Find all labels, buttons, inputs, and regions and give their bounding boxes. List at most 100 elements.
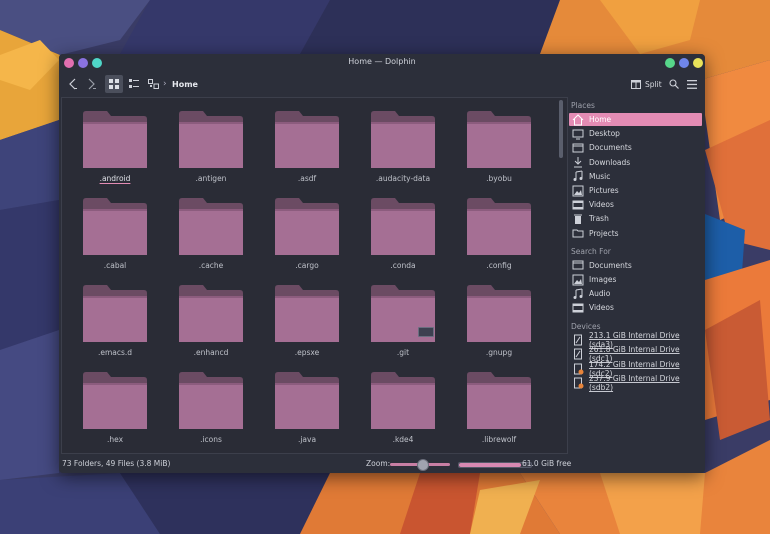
folder-name: .byobu <box>486 174 512 183</box>
folder-item[interactable]: .gnupg <box>454 274 544 360</box>
compact-view-button[interactable] <box>125 75 143 93</box>
folder-item[interactable]: .antigen <box>166 100 256 186</box>
zoom-label: Zoom: <box>366 459 391 468</box>
folder-name: .cache <box>198 261 224 270</box>
places-item-documents[interactable]: Documents <box>569 141 702 154</box>
drive-icon <box>572 348 584 360</box>
folder-item[interactable]: .epsxe <box>262 274 352 360</box>
file-view[interactable]: .android .antigen .asdf .audacity-data .byob… <box>61 97 568 454</box>
places-item-videos[interactable]: Videos <box>569 198 702 211</box>
folder-name: .antigen <box>195 174 227 183</box>
icons-view-icon <box>109 79 119 89</box>
forward-button[interactable] <box>83 75 99 93</box>
places-item-music[interactable]: Music <box>569 170 702 183</box>
drive-warning-icon <box>572 363 584 375</box>
item-label: Audio <box>589 289 611 299</box>
folder-name: .android <box>99 174 131 183</box>
music-icon <box>572 288 584 300</box>
free-space-label: 61.0 GiB free <box>522 459 572 468</box>
folder-item[interactable]: .cache <box>166 187 256 273</box>
folder-icon <box>467 285 531 342</box>
places-item-desktop[interactable]: Desktop <box>569 127 702 140</box>
split-button[interactable]: Split <box>631 75 663 93</box>
window-title: Home — Dolphin <box>348 57 416 66</box>
item-label: Pictures <box>589 186 619 195</box>
vcs-badge-icon <box>418 327 434 337</box>
folder-item[interactable]: .cargo <box>262 187 352 273</box>
places-item-trash[interactable]: Trash <box>569 212 702 225</box>
compact-view-icon <box>129 79 139 88</box>
item-label: Images <box>589 275 617 284</box>
folder-icon <box>371 372 435 429</box>
split-label: Split <box>645 79 662 89</box>
back-button[interactable] <box>65 75 81 93</box>
folder-item[interactable]: .git <box>358 274 448 360</box>
search-for-item-documents[interactable]: Documents <box>569 259 702 272</box>
folder-icon <box>83 198 147 255</box>
icons-view-button[interactable] <box>105 75 123 93</box>
home-icon <box>572 113 584 126</box>
search-button[interactable] <box>666 75 682 93</box>
search-for-item-audio[interactable]: Audio <box>569 287 702 300</box>
folder-name: .gnupg <box>485 348 513 357</box>
folder-icon <box>467 198 531 255</box>
folder-item[interactable]: .kde4 <box>358 361 448 447</box>
breadcrumb-separator: › <box>163 79 167 89</box>
shade-window-button[interactable] <box>679 58 689 68</box>
window-menu-button[interactable] <box>693 58 703 68</box>
places-item-pictures[interactable]: Pictures <box>569 184 702 197</box>
trash-icon <box>572 213 584 225</box>
details-view-button[interactable] <box>144 75 162 93</box>
folder-item[interactable]: .icons <box>166 361 256 447</box>
folder-name: .icons <box>200 435 222 444</box>
folder-item[interactable]: .android <box>70 100 160 186</box>
folder-item[interactable]: .enhancd <box>166 274 256 360</box>
toolbar: › Home Split <box>59 71 705 97</box>
hamburger-menu-icon <box>687 79 697 89</box>
main-menu-button[interactable] <box>684 75 700 93</box>
titlebar: Home — Dolphin <box>59 54 705 71</box>
devices-header: Devices <box>571 321 601 331</box>
devices-item-237-9-gib-internal-drive-sdb2[interactable]: 237.9 GiB Internal Drive (sdb2) <box>569 374 702 392</box>
folder-item[interactable]: .librewolf <box>454 361 544 447</box>
folder-name: .hex <box>106 435 124 444</box>
places-item-downloads[interactable]: Downloads <box>569 156 702 169</box>
item-label: Downloads <box>589 157 631 167</box>
folder-name: .emacs.d <box>97 348 133 357</box>
folder-item[interactable]: .java <box>262 361 352 447</box>
item-label: Home <box>589 115 612 124</box>
folder-icon <box>275 111 339 168</box>
places-item-projects[interactable]: Projects <box>569 227 702 240</box>
zoom-slider-handle[interactable] <box>417 459 429 471</box>
status-summary: 73 Folders, 49 Files (3.8 MiB) <box>62 459 171 468</box>
folder-item[interactable]: .cabal <box>70 187 160 273</box>
search-for-item-images[interactable]: Images <box>569 273 702 286</box>
folder-name: .enhancd <box>193 348 229 357</box>
folder-item[interactable]: .asdf <box>262 100 352 186</box>
folder-item[interactable]: .emacs.d <box>70 274 160 360</box>
chevron-left-icon <box>69 78 77 90</box>
folder-name: .cabal <box>103 261 127 270</box>
folder-icon <box>83 372 147 429</box>
keep-above-button[interactable] <box>665 58 675 68</box>
folder-icon <box>371 198 435 255</box>
item-label: Trash <box>589 214 609 224</box>
folder-name: .java <box>297 435 317 444</box>
search-for-item-videos[interactable]: Videos <box>569 301 702 314</box>
breadcrumb-home[interactable]: Home <box>172 80 198 89</box>
folder-item[interactable]: .conda <box>358 187 448 273</box>
folder-name: .audacity-data <box>375 174 431 183</box>
folder-item[interactable]: .hex <box>70 361 160 447</box>
desktop-icon <box>572 128 584 140</box>
videos-icon <box>572 302 584 314</box>
scrollbar-thumb[interactable] <box>559 100 563 158</box>
folder-item[interactable]: .config <box>454 187 544 273</box>
folder-icon <box>275 372 339 429</box>
vertical-scrollbar[interactable] <box>559 100 563 450</box>
folder-item[interactable]: .byobu <box>454 100 544 186</box>
places-item-home[interactable]: Home <box>569 113 702 126</box>
videos-icon <box>572 199 584 211</box>
folder-item[interactable]: .audacity-data <box>358 100 448 186</box>
downloads-icon <box>572 156 584 168</box>
folder-name: .cargo <box>295 261 319 270</box>
